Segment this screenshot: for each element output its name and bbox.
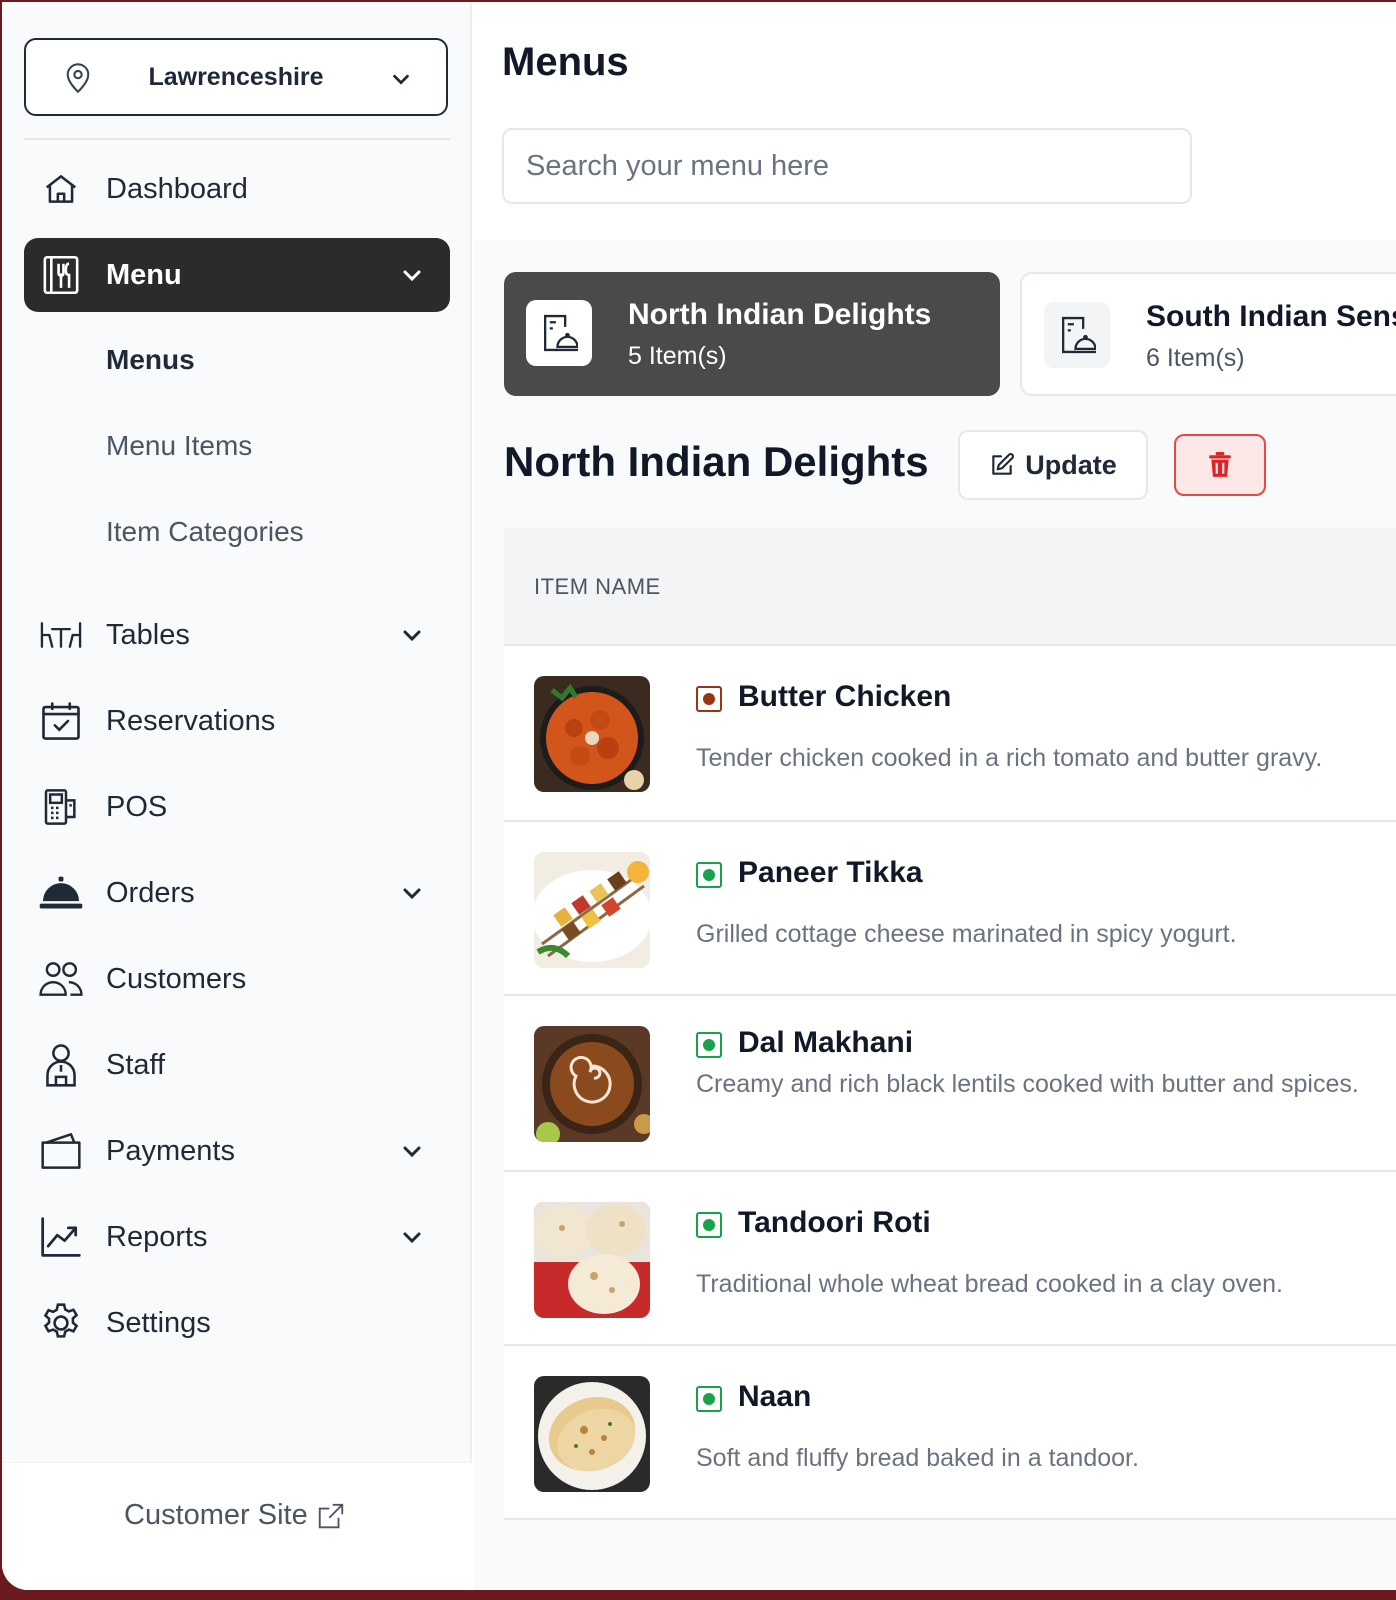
sidebar-item-customers[interactable]: Customers	[24, 942, 450, 1016]
gear-icon	[38, 1300, 84, 1346]
update-button[interactable]: Update	[958, 430, 1148, 500]
item-thumbnail	[534, 852, 650, 968]
sidebar-item-label: Dashboard	[106, 172, 248, 205]
customer-site-link[interactable]: Customer Site	[124, 1499, 346, 1532]
item-description: Grilled cottage cheese marinated in spic…	[696, 920, 1237, 948]
menu-card-name: North Indian Delights	[628, 298, 932, 331]
table-row[interactable]: Tandoori Roti Traditional whole wheat br…	[504, 1172, 1396, 1346]
veg-indicator-icon	[696, 862, 722, 888]
sidebar-item-label: Staff	[106, 1048, 166, 1081]
main-content: Menus North Indian Delights 5 Item(s) So…	[474, 2, 1396, 1590]
item-description: Tender chicken cooked in a rich tomato a…	[696, 744, 1323, 772]
item-name: Butter Chicken	[738, 680, 952, 713]
table-icon	[38, 612, 84, 658]
sidebar-item-label: Tables	[106, 618, 190, 651]
menu-card-south-indian[interactable]: South Indian Sensations 6 Item(s)	[1020, 272, 1396, 396]
sidebar-item-label: Customers	[106, 962, 247, 995]
calendar-check-icon	[38, 698, 84, 744]
sidebar-item-payments[interactable]: Payments	[24, 1114, 450, 1188]
sidebar-item-tables[interactable]: Tables	[24, 598, 450, 672]
table-row[interactable]: Butter Chicken Tender chicken cooked in …	[504, 646, 1396, 822]
sidebar-item-label: Reservations	[106, 704, 276, 737]
sidebar-item-label: Reports	[106, 1220, 208, 1253]
selected-menu-title: North Indian Delights	[504, 438, 929, 485]
page-title: Menus	[502, 40, 629, 84]
submenu-item-menu-items[interactable]: Menu Items	[106, 430, 252, 462]
chevron-down-icon	[403, 888, 421, 900]
chevron-down-icon	[403, 630, 421, 642]
sidebar-item-label: Settings	[106, 1306, 211, 1339]
users-icon	[38, 956, 84, 1002]
item-name: Paneer Tikka	[738, 856, 923, 889]
sidebar-item-pos[interactable]: POS	[24, 770, 450, 844]
menu-items-table: ITEM NAME Butter Chicken Tender chicken …	[504, 528, 1396, 1520]
staff-icon	[38, 1042, 84, 1088]
menu-list-icon	[1062, 316, 1096, 354]
sidebar-item-label: Payments	[106, 1134, 235, 1167]
sidebar: Lawrenceshire Dashboard Menu Menus Menu …	[2, 2, 472, 1590]
non-veg-indicator-icon	[696, 686, 722, 712]
sidebar-divider	[24, 138, 450, 140]
search-input[interactable]	[502, 128, 1192, 204]
item-description: Traditional whole wheat bread cooked in …	[696, 1270, 1283, 1298]
item-thumbnail	[534, 676, 650, 792]
chevron-down-icon	[403, 1146, 421, 1158]
chevron-down-icon	[403, 1232, 421, 1244]
sidebar-item-label: Menu	[106, 258, 182, 291]
home-icon	[38, 166, 84, 212]
item-name: Tandoori Roti	[738, 1206, 931, 1239]
menu-book-icon	[38, 252, 84, 298]
menu-card-name: South Indian Sensations	[1146, 300, 1396, 333]
veg-indicator-icon	[696, 1212, 722, 1238]
trash-icon	[1209, 452, 1231, 477]
pos-terminal-icon	[38, 784, 84, 830]
customer-site-label: Customer Site	[124, 1499, 308, 1531]
external-link-icon	[318, 1503, 343, 1528]
location-label: Lawrenceshire	[148, 62, 324, 91]
sidebar-item-dashboard[interactable]: Dashboard	[24, 152, 450, 226]
item-name: Naan	[738, 1380, 812, 1413]
item-description: Soft and fluffy bread baked in a tandoor…	[696, 1444, 1139, 1472]
menu-card-count: 5 Item(s)	[628, 342, 727, 370]
sidebar-item-staff[interactable]: Staff	[24, 1028, 450, 1102]
submenu-item-menus[interactable]: Menus	[106, 344, 195, 376]
edit-icon	[992, 453, 1015, 475]
sidebar-item-settings[interactable]: Settings	[24, 1286, 450, 1360]
app-window: Lawrenceshire Dashboard Menu Menus Menu …	[2, 2, 1396, 1590]
veg-indicator-icon	[696, 1386, 722, 1412]
cloche-icon	[38, 870, 84, 916]
veg-indicator-icon	[696, 1032, 722, 1058]
item-thumbnail	[534, 1202, 650, 1318]
sidebar-item-orders[interactable]: Orders	[24, 856, 450, 930]
chevron-down-icon	[403, 270, 421, 282]
table-row[interactable]: Naan Soft and fluffy bread baked in a ta…	[504, 1346, 1396, 1520]
sidebar-footer: Customer Site	[2, 1462, 472, 1590]
menu-list-icon	[544, 314, 578, 352]
item-description: Creamy and rich black lentils cooked wit…	[696, 1070, 1359, 1098]
column-header-item-name: ITEM NAME	[534, 574, 661, 599]
item-thumbnail	[534, 1026, 650, 1142]
sidebar-item-reservations[interactable]: Reservations	[24, 684, 450, 758]
location-select[interactable]: Lawrenceshire	[24, 38, 448, 116]
sidebar-item-label: POS	[106, 790, 168, 823]
menu-card-north-indian[interactable]: North Indian Delights 5 Item(s)	[504, 272, 1000, 396]
menu-card-count: 6 Item(s)	[1146, 344, 1245, 372]
update-label: Update	[1025, 449, 1117, 480]
wallet-icon	[38, 1128, 84, 1174]
chevron-down-icon	[393, 74, 409, 85]
sidebar-item-menu[interactable]: Menu	[24, 238, 450, 312]
menu-card-icon-box	[1044, 302, 1110, 368]
submenu-item-item-categories[interactable]: Item Categories	[106, 516, 304, 548]
line-chart-icon	[38, 1214, 84, 1260]
table-header: ITEM NAME	[504, 528, 1396, 646]
menu-card-icon-box	[526, 300, 592, 366]
item-thumbnail	[534, 1376, 650, 1492]
table-row[interactable]: Dal Makhani Creamy and rich black lentil…	[504, 996, 1396, 1172]
table-row[interactable]: Paneer Tikka Grilled cottage cheese mari…	[504, 822, 1396, 996]
sidebar-item-label: Orders	[106, 876, 195, 909]
sidebar-item-reports[interactable]: Reports	[24, 1200, 450, 1274]
delete-button[interactable]	[1174, 434, 1266, 496]
item-name: Dal Makhani	[738, 1026, 914, 1059]
